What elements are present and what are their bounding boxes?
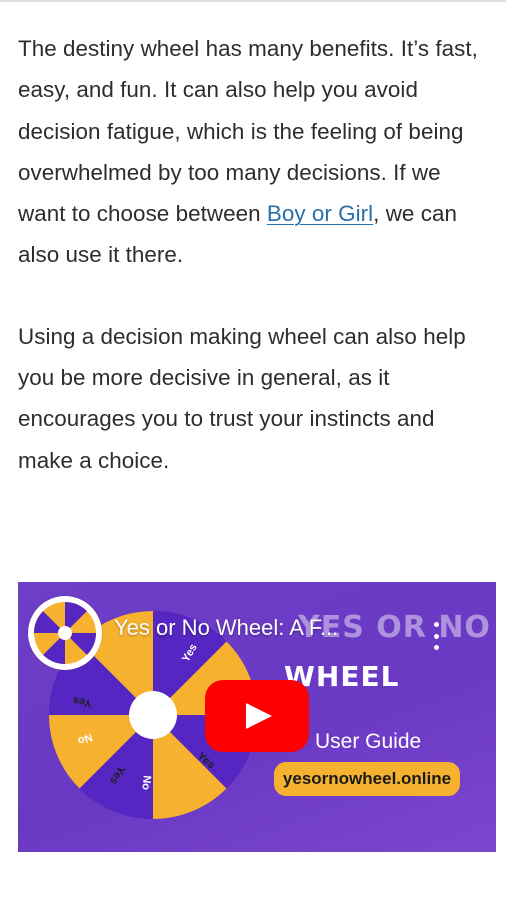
youtube-video-embed[interactable]: Yes No Yes No Yes Yes YES OR NO Yes or N… xyxy=(18,582,496,852)
paragraph-benefits: The destiny wheel has many benefits. It’… xyxy=(18,28,488,276)
video-title[interactable]: Yes or No Wheel: A F... xyxy=(114,615,338,641)
wheel-label: No xyxy=(139,775,152,791)
play-icon xyxy=(246,703,272,729)
paragraph-decisive: Using a decision making wheel can also h… xyxy=(18,323,466,473)
site-url-text: yesornowheel.online xyxy=(282,769,452,788)
top-divider xyxy=(0,0,506,2)
site-badge: yesornowheel.online xyxy=(274,762,460,796)
channel-avatar-icon[interactable] xyxy=(28,596,102,670)
boy-or-girl-link[interactable]: Boy or Girl xyxy=(267,201,373,226)
more-vert-icon[interactable] xyxy=(428,622,444,650)
play-button[interactable] xyxy=(205,680,309,752)
paragraph-text: The destiny wheel has many benefits. It’… xyxy=(18,36,478,227)
video-subtitle: User Guide xyxy=(315,730,422,753)
article-body: The destiny wheel has many benefits. It’… xyxy=(18,28,488,481)
